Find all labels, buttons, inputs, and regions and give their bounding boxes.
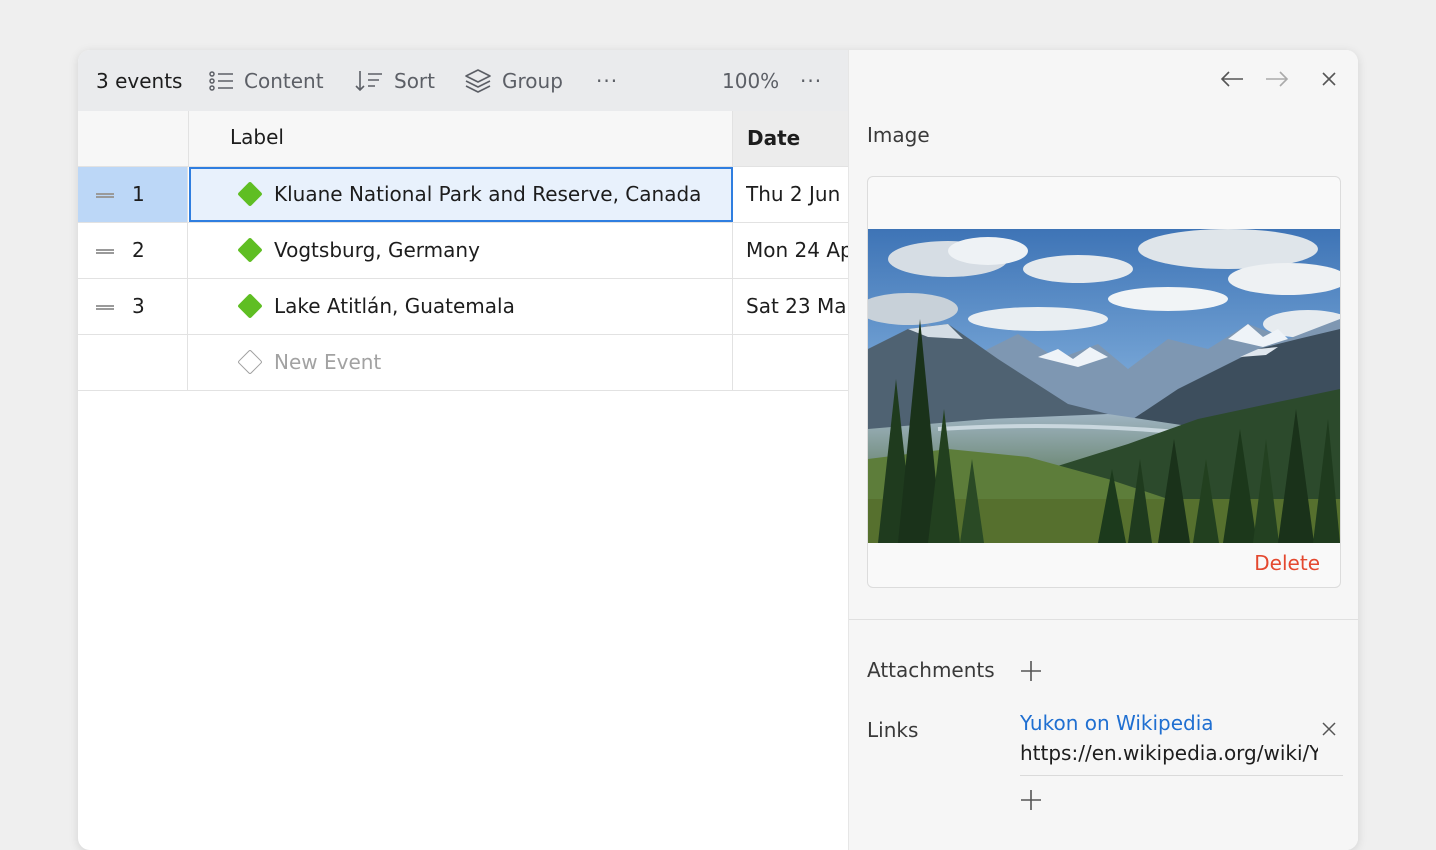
label-column-header[interactable]: Label: [230, 111, 284, 166]
event-label: Kluane National Park and Reserve, Canada: [274, 182, 702, 206]
sort-icon: [355, 70, 382, 91]
event-image[interactable]: [868, 229, 1340, 543]
new-event-row[interactable]: New Event: [78, 335, 848, 391]
table-header: Label Date: [78, 111, 848, 167]
drag-handle-icon[interactable]: [96, 305, 114, 310]
list-icon: [209, 70, 233, 91]
link-title[interactable]: Yukon on Wikipedia: [1020, 711, 1214, 735]
row-number: 3: [132, 294, 145, 318]
layers-icon: [465, 68, 491, 93]
table-row[interactable]: 1 Kluane National Park and Reserve, Cana…: [78, 167, 848, 223]
links-label: Links: [867, 718, 919, 742]
close-button[interactable]: [1314, 64, 1344, 94]
date-cell[interactable]: Sat 23 Mar: [746, 279, 848, 334]
remove-link-icon[interactable]: [1320, 720, 1338, 738]
drag-handle-icon[interactable]: [96, 193, 114, 198]
new-event-placeholder[interactable]: New Event: [274, 335, 381, 390]
section-divider: [849, 619, 1358, 620]
row-handle-cell[interactable]: 3: [78, 279, 188, 334]
content-label: Content: [244, 68, 324, 93]
drag-handle-icon[interactable]: [96, 249, 114, 254]
date-cell[interactable]: Thu 2 Jun: [746, 167, 848, 222]
event-count: 3 events: [96, 68, 183, 93]
date-column-header[interactable]: Date: [732, 111, 848, 166]
image-card: Delete: [867, 176, 1341, 588]
inspector-panel: Image Delete Attachments Links Yukon on …: [848, 50, 1358, 850]
new-event-cell[interactable]: [189, 335, 733, 390]
toolbar: 3 events Content Sort Group ··· 100% ···: [78, 50, 848, 111]
sort-button[interactable]: Sort: [354, 50, 435, 111]
forward-button[interactable]: [1262, 64, 1292, 94]
zoom-level[interactable]: 100%: [722, 50, 779, 111]
date-cell[interactable]: Mon 24 Apr: [746, 223, 848, 278]
image-section-title: Image: [867, 123, 930, 147]
row-handle-cell[interactable]: 2: [78, 223, 188, 278]
content-button[interactable]: Content: [208, 50, 324, 111]
add-attachment-icon[interactable]: [1020, 660, 1042, 682]
table-row[interactable]: 2 Vogtsburg, Germany Mon 24 Apr: [78, 223, 848, 279]
add-link-icon[interactable]: [1020, 789, 1042, 811]
link-url[interactable]: https://en.wikipedia.org/wiki/Yukon: [1020, 741, 1318, 765]
event-label: Lake Atitlán, Guatemala: [274, 294, 515, 318]
close-icon: [1322, 72, 1336, 86]
row-number: 2: [132, 238, 145, 262]
events-table: Label Date 1 Kluane National Park and Re…: [78, 111, 848, 391]
delete-image-button[interactable]: Delete: [1254, 551, 1320, 575]
row-number-header: [78, 111, 189, 166]
link-divider: [1020, 775, 1343, 776]
table-row[interactable]: 3 Lake Atitlán, Guatemala Sat 23 Mar: [78, 279, 848, 335]
back-button[interactable]: [1217, 64, 1247, 94]
more-menu-button[interactable]: ···: [596, 50, 618, 111]
attachments-label: Attachments: [867, 658, 995, 682]
row-number: 1: [132, 182, 145, 206]
arrow-right-icon: [1266, 71, 1289, 87]
zoom-more-button[interactable]: ···: [800, 50, 822, 111]
sort-label: Sort: [394, 68, 435, 93]
row-handle-cell: [78, 335, 188, 390]
arrow-left-icon: [1220, 71, 1243, 87]
group-button[interactable]: Group: [464, 50, 563, 111]
row-handle-cell[interactable]: 1: [78, 167, 188, 222]
event-label: Vogtsburg, Germany: [274, 238, 480, 262]
group-label: Group: [502, 68, 563, 93]
app-window: 3 events Content Sort Group ··· 100% ···…: [78, 50, 1358, 850]
